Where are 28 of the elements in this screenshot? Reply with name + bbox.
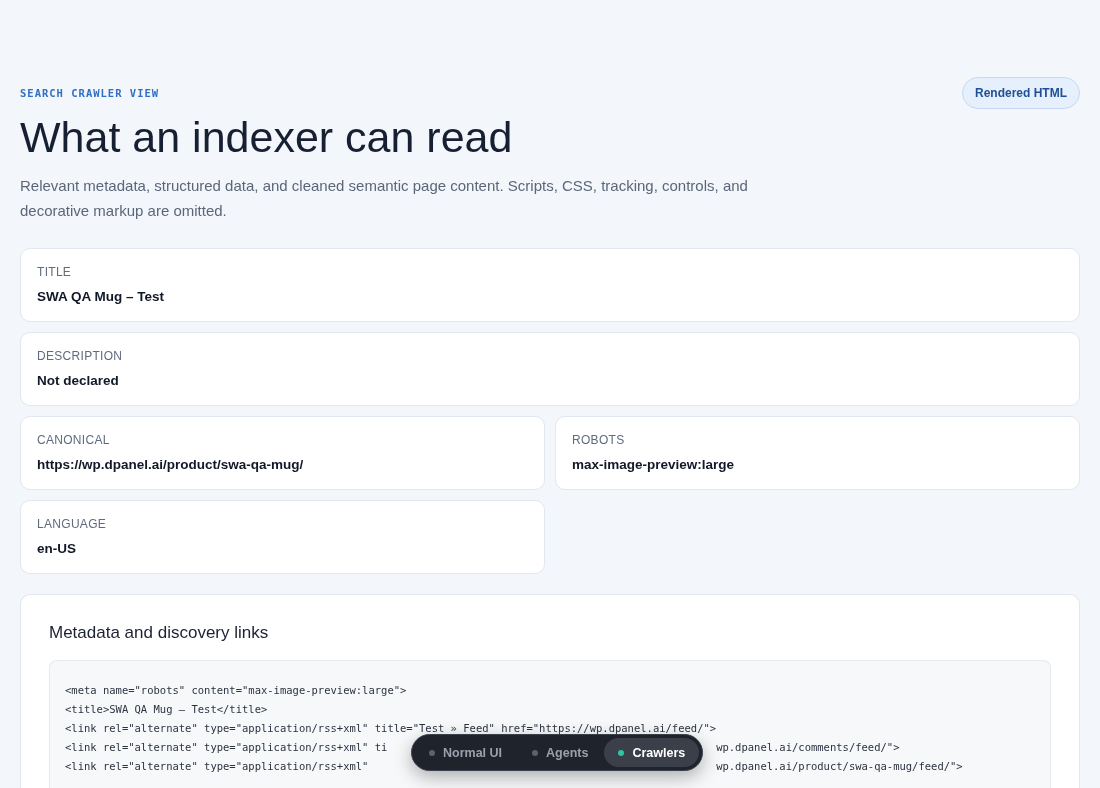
field-label: DESCRIPTION (37, 349, 124, 363)
view-tab[interactable]: Agents (518, 738, 603, 767)
status-dot-icon (429, 749, 435, 756)
eyebrow-label: SEARCH CRAWLER VIEW (20, 86, 161, 100)
code-line: <link rel="alternate" type="application/rss+xml" title="Test » Feed" href="https://wp.dpanel.ai/feed/"> (65, 721, 717, 736)
field-value: SWA QA Mug – Test (37, 289, 165, 305)
field-label: TITLE (37, 265, 73, 279)
code-line: wp.dpanel.ai/product/swa-qa-mug/feed/"> (716, 759, 963, 774)
page-title: What an indexer can read (20, 112, 514, 163)
field-value: https://wp.dpanel.ai/product/swa-qa-mug/ (37, 457, 305, 473)
field-label: ROBOTS (572, 433, 626, 447)
field-value: max-image-preview:large (572, 457, 736, 473)
panel-title: Metadata and discovery links (49, 623, 270, 643)
field-label: LANGUAGE (37, 517, 108, 531)
field-label: CANONICAL (37, 433, 111, 447)
mode-badge: Rendered HTML (962, 77, 1080, 109)
page-description: Relevant metadata, structured data, and cleaned semantic page content. Scripts, CSS, tracking, controls, and decorative markup are omitted. (20, 176, 749, 221)
field-value: Not declared (37, 373, 120, 389)
field-value: en-US (37, 541, 77, 557)
code-line: <link rel="alternate" type="application/rss+xml" (65, 759, 370, 774)
code-line: <meta name="robots" content="max-image-preview:large"> (65, 683, 407, 698)
view-tab[interactable]: Normal UI (415, 738, 517, 767)
view-tab[interactable]: Crawlers (604, 738, 700, 767)
code-line: <title>SWA QA Mug – Test</title> (65, 702, 268, 717)
code-line: wp.dpanel.ai/comments/feed/"> (716, 740, 900, 755)
status-dot-icon (532, 749, 539, 756)
status-dot-icon (618, 749, 625, 756)
code-line: <link rel="alternate" type="application/rss+xml" ti (65, 740, 388, 755)
